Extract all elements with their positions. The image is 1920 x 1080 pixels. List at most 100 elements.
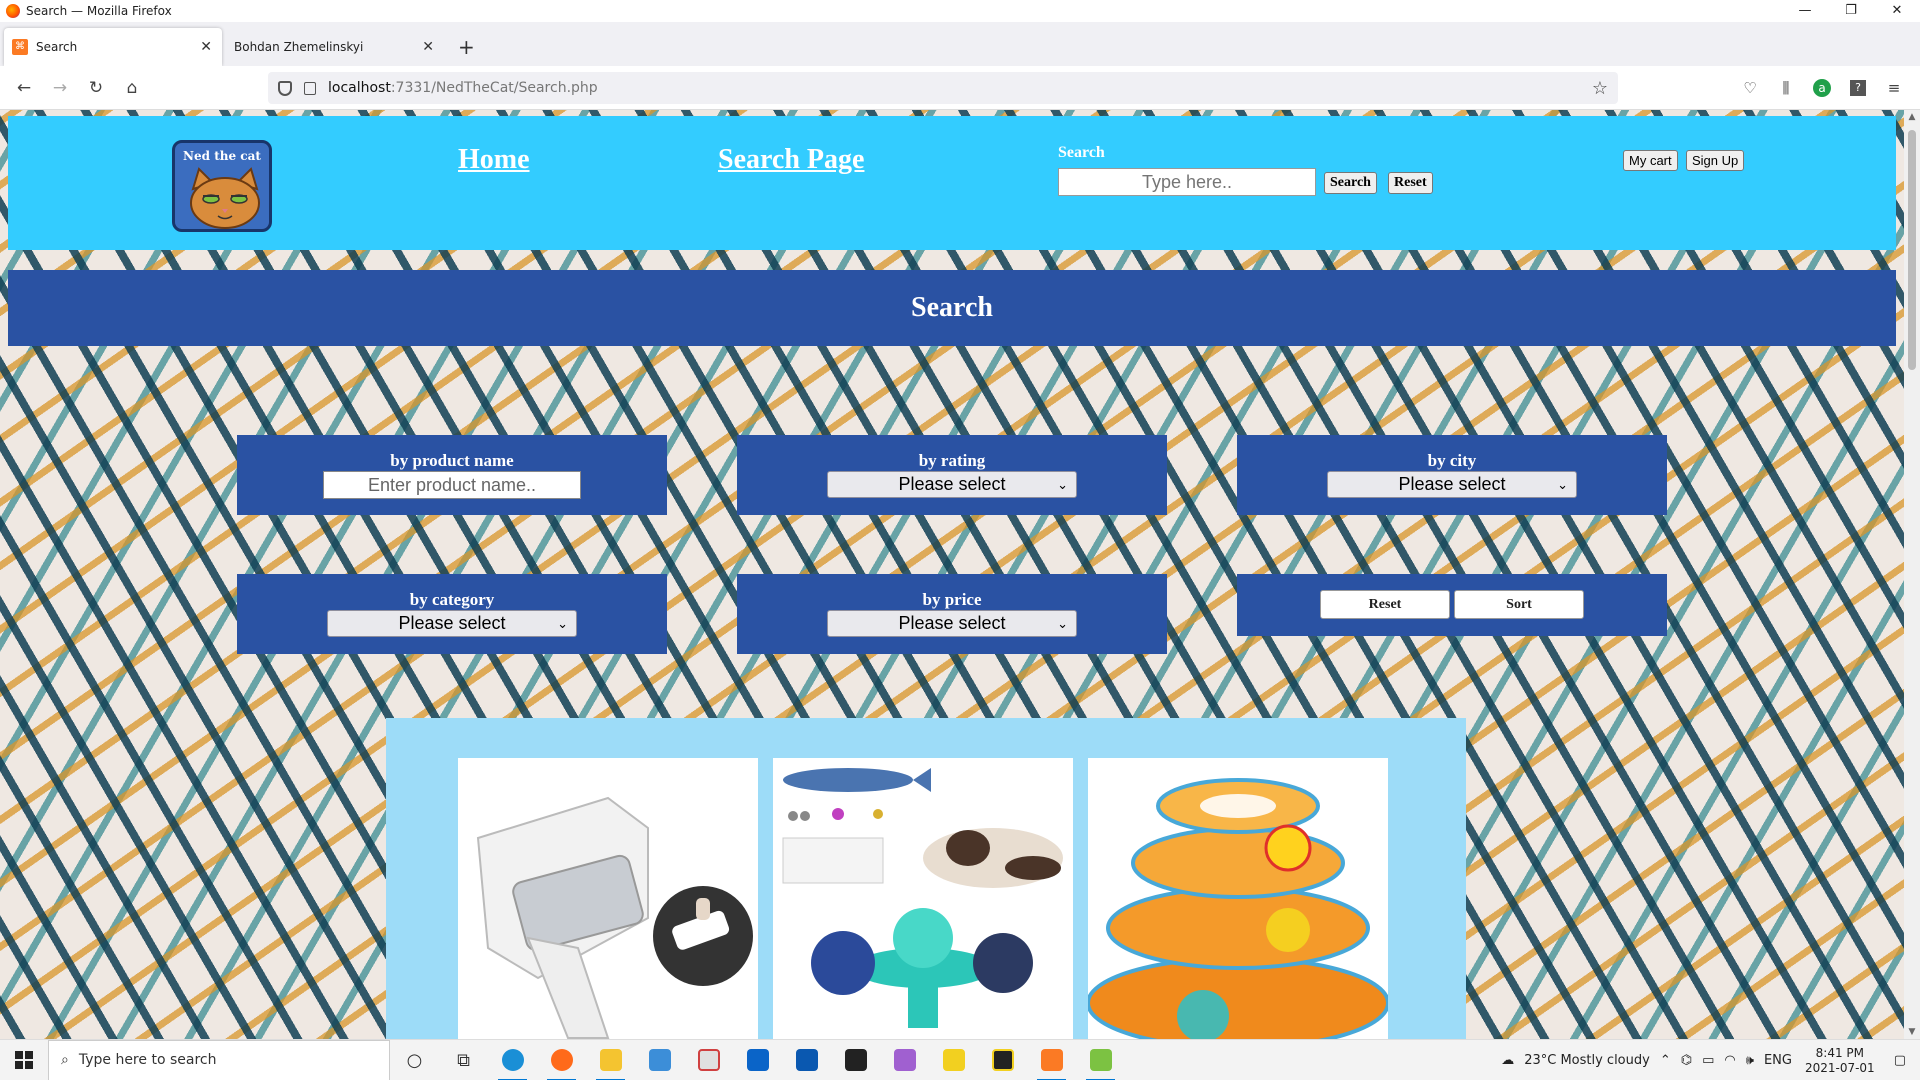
taskbar-search-box[interactable]: ⌕ Type here to search: [48, 1039, 390, 1080]
chevron-up-icon[interactable]: ⌃: [1660, 1053, 1671, 1068]
nav-home-link[interactable]: Home: [458, 144, 530, 176]
home-icon[interactable]: ⌂: [114, 78, 150, 98]
chevron-down-icon: ⌄: [1057, 616, 1068, 631]
filter-city: by city Please select ⌄: [1237, 435, 1667, 515]
battery-icon[interactable]: ▭: [1702, 1053, 1714, 1068]
filter-actions: Reset Sort: [1237, 574, 1667, 636]
forward-arrow-icon[interactable]: →: [42, 78, 78, 98]
tab-label: Bohdan Zhemelinskyi: [234, 40, 364, 54]
filter-reset-button[interactable]: Reset: [1320, 590, 1450, 619]
wifi-icon[interactable]: ◠: [1724, 1053, 1735, 1068]
tab-strip: ⌘ Search ✕ Bohdan Zhemelinskyi ✕ +: [0, 22, 1920, 66]
rating-select[interactable]: Please select ⌄: [827, 471, 1077, 498]
cat-face-icon: [190, 167, 260, 229]
maximize-button[interactable]: ❐: [1828, 0, 1874, 22]
file-explorer-icon[interactable]: [586, 1040, 635, 1080]
page-info-icon[interactable]: [304, 81, 316, 95]
language-indicator[interactable]: ENG: [1764, 1053, 1792, 1068]
filter-sort-button[interactable]: Sort: [1454, 590, 1584, 619]
minimize-button[interactable]: —: [1782, 0, 1828, 22]
window-titlebar: Search — Mozilla Firefox — ❐ ✕: [0, 0, 1920, 22]
back-arrow-icon[interactable]: ←: [6, 78, 42, 98]
city-select[interactable]: Please select ⌄: [1327, 471, 1577, 498]
close-tab-icon[interactable]: ✕: [422, 39, 434, 55]
cortana-icon[interactable]: ○: [390, 1040, 439, 1080]
header-reset-button[interactable]: Reset: [1388, 172, 1433, 194]
product-card[interactable]: [458, 758, 758, 1039]
price-select[interactable]: Please select ⌄: [827, 610, 1077, 637]
page-content: Ned the cat Home Search Page Search Sear…: [0, 110, 1904, 1039]
page-heading-banner: Search: [8, 270, 1896, 346]
product-card[interactable]: [1088, 758, 1388, 1039]
page-title: Search: [911, 292, 993, 323]
product-name-input[interactable]: Enter product name..: [323, 471, 581, 499]
extension-icon[interactable]: ?: [1850, 80, 1866, 96]
notification-icon[interactable]: ▢: [1894, 1053, 1906, 1068]
reload-icon[interactable]: ↻: [78, 78, 114, 98]
url-host: localhost: [328, 80, 391, 96]
close-tab-icon[interactable]: ✕: [200, 39, 212, 55]
scroll-down-icon[interactable]: ▼: [1904, 1027, 1920, 1037]
scrollbar-thumb[interactable]: [1908, 130, 1916, 370]
logo-text: Ned the cat: [183, 149, 261, 163]
filter-label: by city: [1427, 451, 1477, 470]
header-search-button[interactable]: Search: [1324, 172, 1377, 194]
tab-label: Search: [36, 40, 78, 54]
terminal-icon[interactable]: [831, 1040, 880, 1080]
nav-search-page-link[interactable]: Search Page: [718, 144, 864, 176]
header-search-input[interactable]: [1058, 168, 1316, 196]
cat-toys-image: [773, 758, 1073, 1039]
site-logo[interactable]: Ned the cat: [172, 140, 272, 232]
volume-icon[interactable]: 🕪: [1746, 1053, 1754, 1068]
scroll-up-icon[interactable]: ▲: [1904, 112, 1920, 122]
windows-logo-icon: [15, 1051, 33, 1069]
tab-bohdan[interactable]: Bohdan Zhemelinskyi ✕: [226, 28, 444, 66]
my-cart-button[interactable]: My cart: [1623, 150, 1678, 171]
tab-search[interactable]: ⌘ Search ✕: [4, 28, 222, 66]
menu-icon[interactable]: ≡: [1876, 79, 1912, 97]
filter-label: by category: [409, 590, 495, 609]
pet-hair-roller-image: [458, 758, 758, 1039]
site-header: Ned the cat Home Search Page Search Sear…: [8, 116, 1896, 250]
chevron-down-icon: ⌄: [557, 616, 568, 631]
notepad-plus-icon[interactable]: [978, 1040, 1027, 1080]
window-title: Search — Mozilla Firefox: [26, 4, 172, 18]
pocket-icon[interactable]: ♡: [1732, 79, 1768, 97]
select-value: Please select: [398, 613, 506, 633]
product-card[interactable]: [773, 758, 1073, 1039]
outlook-icon[interactable]: [782, 1040, 831, 1080]
sign-up-button[interactable]: Sign Up: [1686, 150, 1745, 171]
task-view-icon[interactable]: ⧉: [439, 1040, 488, 1080]
mail-icon[interactable]: [733, 1040, 782, 1080]
account-icon[interactable]: a: [1813, 79, 1831, 97]
close-window-button[interactable]: ✕: [1874, 0, 1920, 22]
clock-time: 8:41 PM: [1815, 1045, 1864, 1060]
clock[interactable]: 8:41 PM 2021-07-01: [1805, 1046, 1875, 1076]
system-tray: ☁ 23°C Mostly cloudy ⌃ ⌬ ▭ ◠ 🕪 ENG 8:41 …: [1496, 1040, 1920, 1080]
header-search-label: Search: [1058, 144, 1105, 161]
taskbar-search-placeholder: Type here to search: [78, 1052, 217, 1068]
tracking-shield-icon[interactable]: [278, 80, 292, 96]
xampp-icon[interactable]: [1027, 1040, 1076, 1080]
network-icon[interactable]: ⌬: [1681, 1053, 1692, 1068]
address-bar[interactable]: localhost:7331/NedTheCat/Search.php ☆: [268, 72, 1618, 104]
sticky-notes-icon[interactable]: [929, 1040, 978, 1080]
page-scrollbar[interactable]: ▲ ▼: [1904, 110, 1920, 1039]
library-icon[interactable]: ⫼: [1768, 79, 1804, 97]
firefox-taskbar-icon[interactable]: [537, 1040, 586, 1080]
category-select[interactable]: Please select ⌄: [327, 610, 577, 637]
visual-studio-icon[interactable]: [880, 1040, 929, 1080]
snipping-tool-icon[interactable]: [684, 1040, 733, 1080]
start-button[interactable]: [0, 1040, 48, 1080]
filter-price: by price Please select ⌄: [737, 574, 1167, 654]
notepad-icon[interactable]: [1076, 1040, 1125, 1080]
bookmark-star-icon[interactable]: ☆: [1592, 78, 1608, 99]
xampp-favicon-icon: ⌘: [12, 39, 28, 55]
filter-label: by product name: [390, 451, 514, 470]
remote-desktop-icon[interactable]: [635, 1040, 684, 1080]
edge-icon[interactable]: [488, 1040, 537, 1080]
weather-text[interactable]: 23°C Mostly cloudy: [1524, 1053, 1650, 1068]
select-value: Please select: [898, 613, 1006, 633]
filter-label: by price: [922, 590, 982, 609]
new-tab-icon[interactable]: +: [448, 28, 485, 66]
